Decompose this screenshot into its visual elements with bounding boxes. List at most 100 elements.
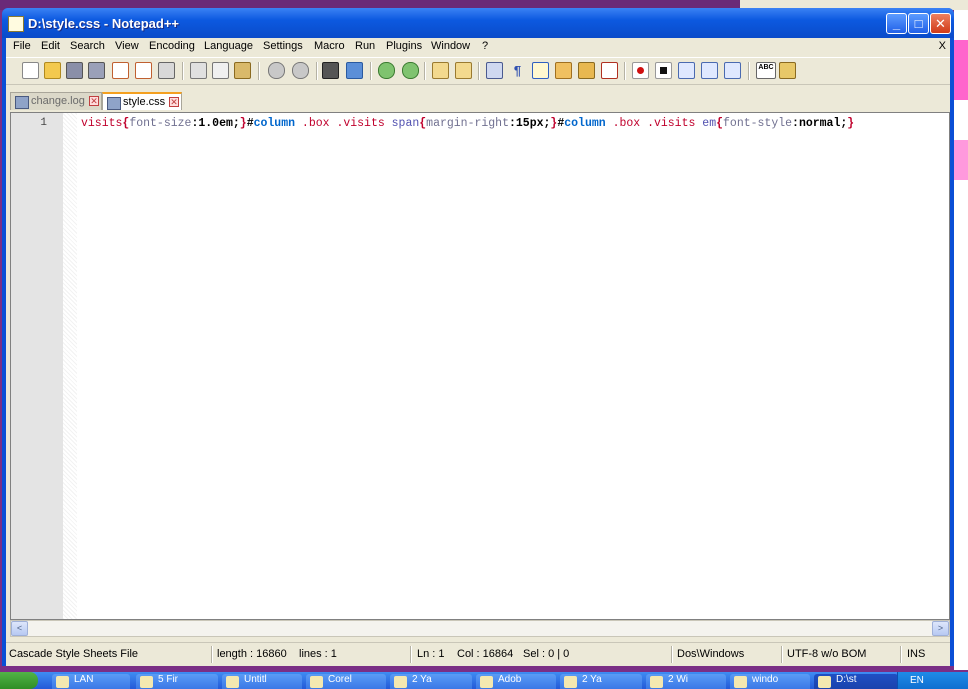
- menu-help[interactable]: ?: [482, 40, 488, 52]
- status-separator: [671, 646, 673, 663]
- horizontal-scrollbar[interactable]: < >: [10, 620, 950, 637]
- show-all-chars-icon[interactable]: ¶: [509, 62, 526, 79]
- find-icon[interactable]: [322, 62, 339, 79]
- toolbar-separator: [182, 62, 184, 80]
- menu-search[interactable]: Search: [70, 40, 105, 52]
- taskbar-item[interactable]: windo: [730, 674, 810, 689]
- language-indicator[interactable]: EN: [910, 675, 924, 686]
- play-macro-icon[interactable]: [678, 62, 695, 79]
- taskbar-item-icon: [56, 676, 69, 688]
- scroll-right-button[interactable]: >: [932, 621, 949, 636]
- editor-area[interactable]: 1 visits{font-size:1.0em;}#column .box .…: [10, 112, 950, 620]
- stop-record-icon[interactable]: [655, 62, 672, 79]
- print-icon[interactable]: [158, 62, 175, 79]
- copy-icon[interactable]: [212, 62, 229, 79]
- function-list-icon[interactable]: [578, 62, 595, 79]
- code-line[interactable]: visits{font-size:1.0em;}#column .box .vi…: [81, 117, 854, 130]
- taskbar-item-label: 2 Ya: [412, 674, 432, 685]
- tab-style-css[interactable]: style.css ✕: [102, 92, 182, 110]
- close-icon[interactable]: [112, 62, 129, 79]
- open-file-icon[interactable]: [44, 62, 61, 79]
- status-eol[interactable]: Dos\Windows: [677, 648, 744, 660]
- minimize-button[interactable]: _: [886, 13, 907, 34]
- taskbar-item-active[interactable]: D:\st: [814, 674, 898, 689]
- status-ln: Ln : 1: [417, 648, 445, 660]
- indent-guide-icon[interactable]: [532, 62, 549, 79]
- title-bar[interactable]: D:\style.css - Notepad++ _ □ ✕: [2, 8, 954, 38]
- zoom-out-icon[interactable]: [402, 62, 419, 79]
- taskbar-item-icon: [480, 676, 493, 688]
- taskbar-item[interactable]: Untitl: [222, 674, 302, 689]
- doc-map-icon[interactable]: [555, 62, 572, 79]
- undo-icon[interactable]: [268, 62, 285, 79]
- menu-encoding[interactable]: Encoding: [149, 40, 195, 52]
- close-all-icon[interactable]: [135, 62, 152, 79]
- sync-vertical-icon[interactable]: [432, 62, 449, 79]
- cut-icon[interactable]: [190, 62, 207, 79]
- taskbar-item-label: Adob: [498, 674, 522, 685]
- more-icon[interactable]: [779, 62, 796, 79]
- status-lines: lines : 1: [299, 648, 337, 660]
- menu-file[interactable]: File: [13, 40, 31, 52]
- code-token: #: [246, 117, 254, 130]
- taskbar-item-icon: [394, 676, 407, 688]
- line-number-gutter: 1: [11, 113, 63, 619]
- taskbar-item[interactable]: 2 Ya: [390, 674, 472, 689]
- redo-icon[interactable]: [292, 62, 309, 79]
- save-icon[interactable]: [66, 62, 83, 79]
- toolbar-separator: [748, 62, 750, 80]
- menu-macro[interactable]: Macro: [314, 40, 345, 52]
- taskbar-item[interactable]: Corel: [306, 674, 386, 689]
- status-mode: INS: [907, 648, 926, 660]
- menu-edit[interactable]: Edit: [41, 40, 60, 52]
- taskbar-item[interactable]: 2 Wi: [646, 674, 726, 689]
- menu-view[interactable]: View: [115, 40, 139, 52]
- close-window-button[interactable]: ✕: [930, 13, 951, 34]
- maximize-button[interactable]: □: [908, 13, 929, 34]
- tab-change-log[interactable]: change.log ✕: [10, 92, 102, 110]
- taskbar-item-label: 2 Ya: [582, 674, 602, 685]
- folder-workspace-icon[interactable]: [601, 62, 618, 79]
- notepad-app-icon[interactable]: [8, 16, 24, 32]
- new-file-icon[interactable]: [22, 62, 39, 79]
- menu-run[interactable]: Run: [355, 40, 375, 52]
- fold-margin[interactable]: [63, 113, 77, 619]
- desktop-pink-block: [954, 140, 968, 180]
- code-token: visits: [81, 117, 123, 130]
- taskbar-item[interactable]: 2 Ya: [560, 674, 642, 689]
- word-wrap-icon[interactable]: [486, 62, 503, 79]
- menu-language[interactable]: Language: [204, 40, 253, 52]
- menu-plugins[interactable]: Plugins: [386, 40, 422, 52]
- save-macro-icon[interactable]: [724, 62, 741, 79]
- taskbar-item-label: windo: [752, 674, 779, 685]
- record-macro-icon[interactable]: [632, 62, 649, 79]
- taskbar-item-label: D:\st: [836, 674, 857, 685]
- taskbar-item[interactable]: 5 Fir: [136, 674, 218, 689]
- save-all-icon[interactable]: [88, 62, 105, 79]
- taskbar-item-icon: [734, 676, 747, 688]
- file-tab-icon: [107, 97, 121, 110]
- tab-label: style.css: [123, 96, 166, 108]
- start-button[interactable]: [0, 672, 38, 689]
- run-macro-multiple-icon[interactable]: [701, 62, 718, 79]
- taskbar-item[interactable]: Adob: [476, 674, 556, 689]
- scroll-left-button[interactable]: <: [11, 621, 28, 636]
- paste-icon[interactable]: [234, 62, 251, 79]
- client-area: File Edit Search View Encoding Language …: [6, 38, 950, 666]
- tab-close-icon[interactable]: ✕: [169, 97, 179, 107]
- code-token: font-size: [129, 117, 192, 130]
- menu-settings[interactable]: Settings: [263, 40, 303, 52]
- replace-icon[interactable]: [346, 62, 363, 79]
- taskbar-item[interactable]: LAN: [52, 674, 130, 689]
- notepad-window: D:\style.css - Notepad++ _ □ ✕ File Edit…: [2, 8, 954, 666]
- menu-window[interactable]: Window: [431, 40, 470, 52]
- close-document-button[interactable]: X: [939, 40, 946, 52]
- status-encoding[interactable]: UTF-8 w/o BOM: [787, 648, 866, 660]
- taskbar-item-label: 5 Fir: [158, 674, 178, 685]
- sync-horizontal-icon[interactable]: [455, 62, 472, 79]
- tab-close-icon[interactable]: ✕: [89, 96, 99, 106]
- zoom-in-icon[interactable]: [378, 62, 395, 79]
- spell-check-icon[interactable]: ABC: [756, 62, 776, 79]
